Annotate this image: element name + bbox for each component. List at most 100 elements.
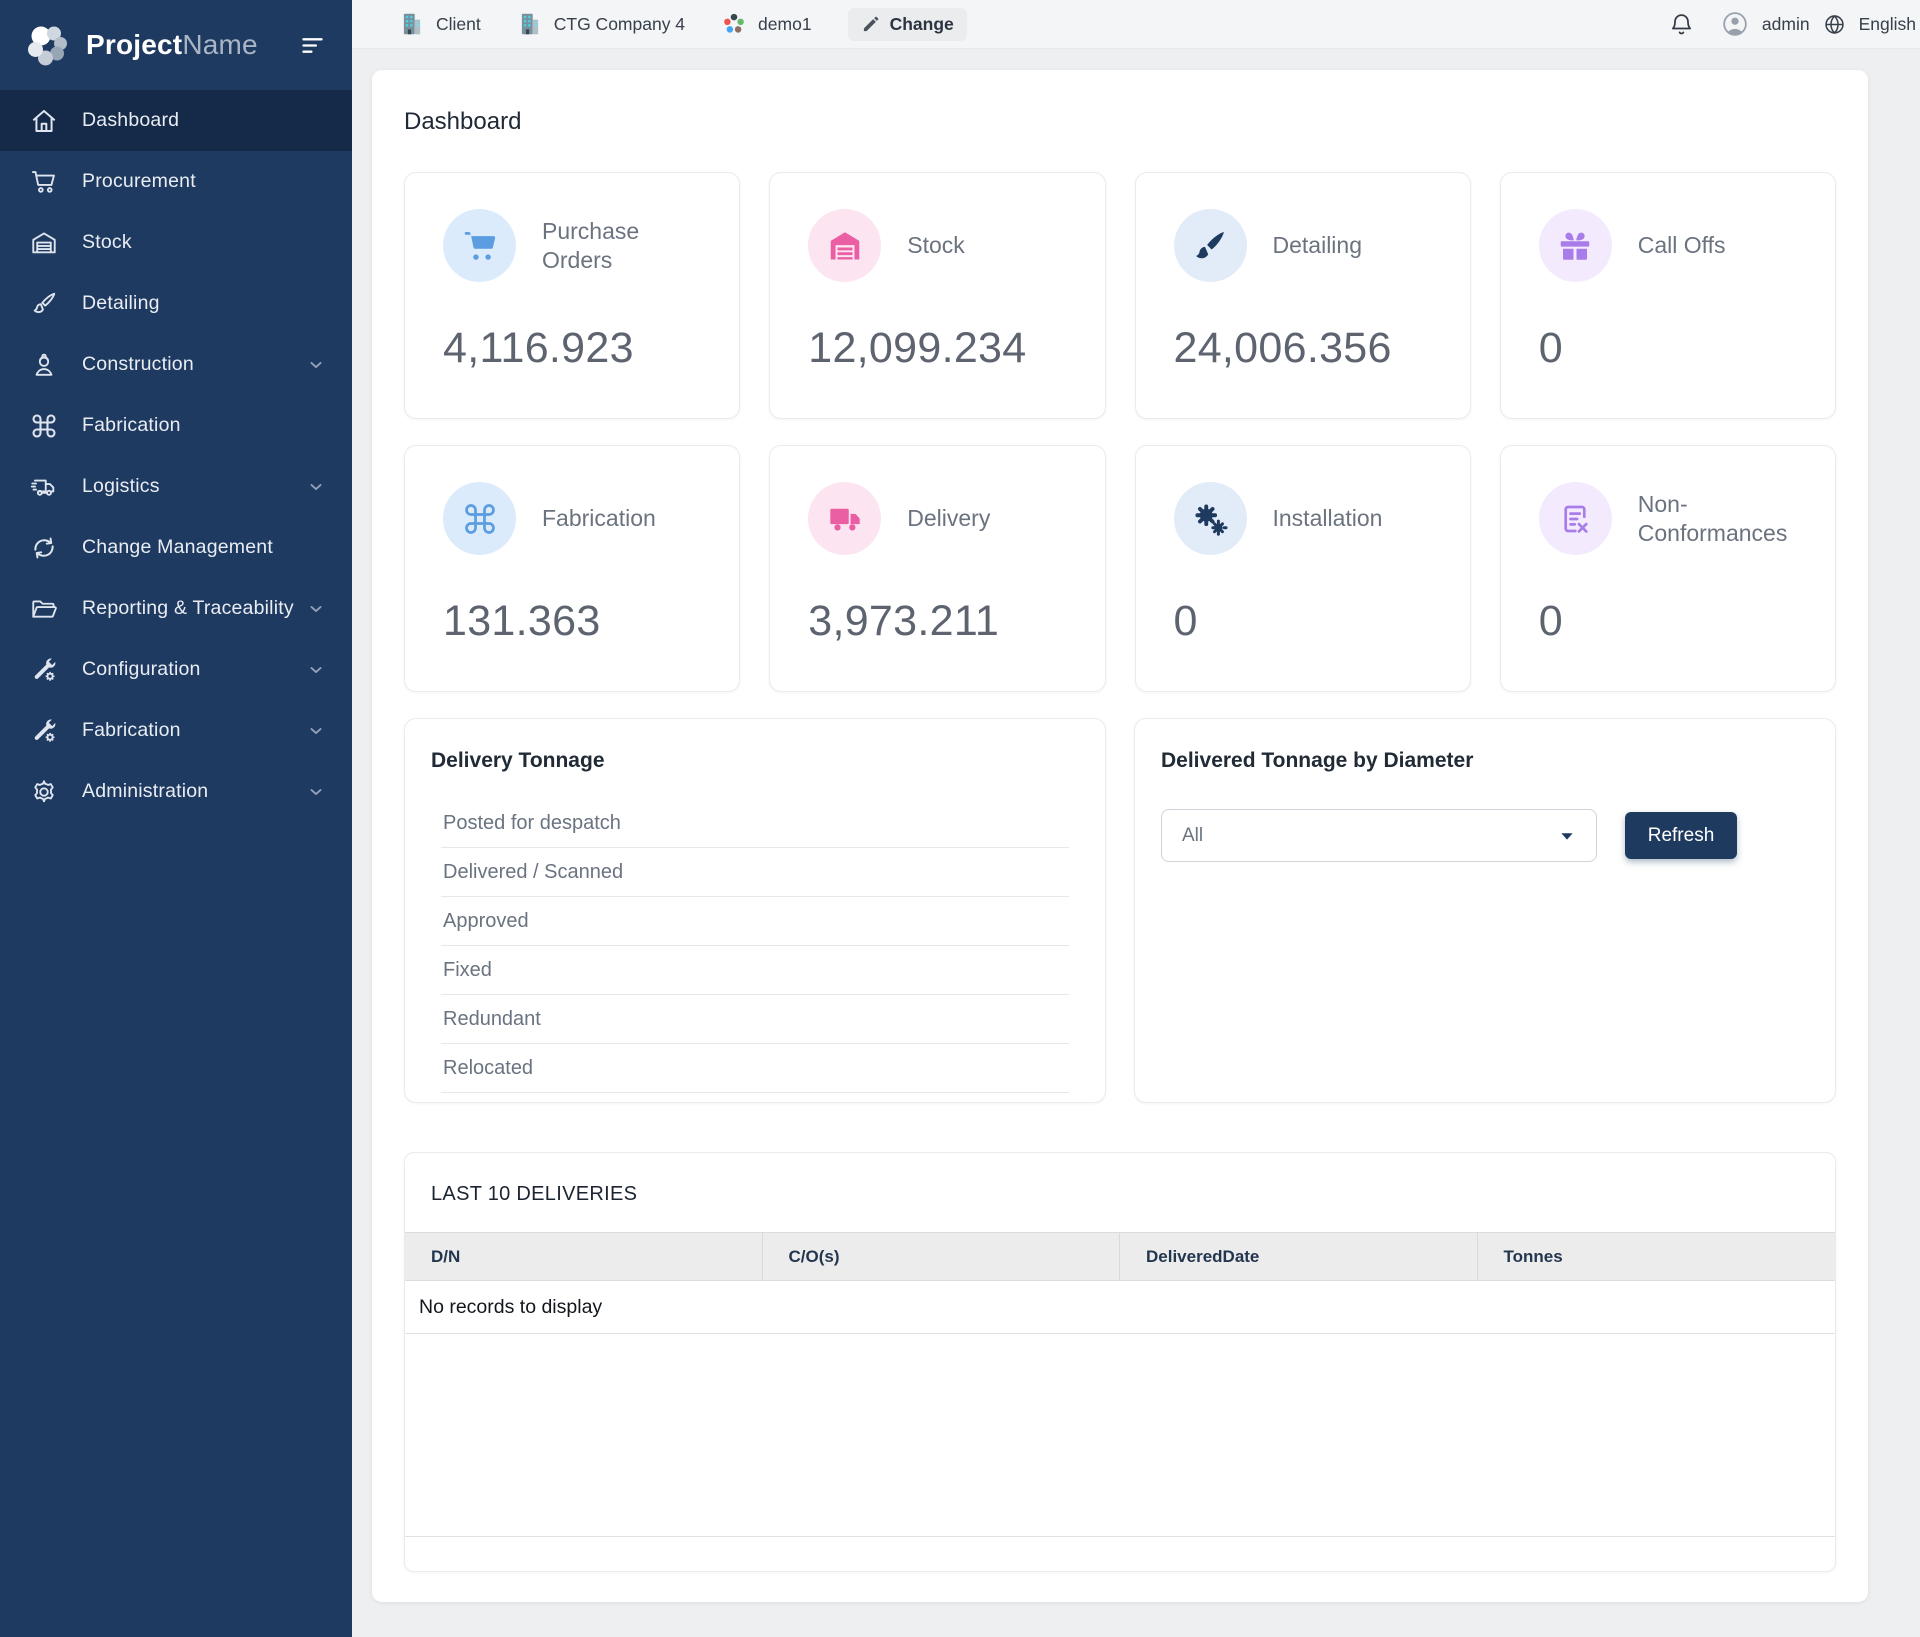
brush-filled-icon (1174, 209, 1247, 282)
change-label: Change (890, 14, 954, 35)
building-icon (399, 11, 425, 37)
page-title: Dashboard (404, 108, 1836, 136)
tools-icon (30, 717, 58, 745)
sidebar-item-change-management[interactable]: Change Management (0, 517, 352, 578)
cart-icon (30, 168, 58, 196)
username-label[interactable]: admin (1762, 14, 1810, 35)
sidebar-item-detailing[interactable]: Detailing (0, 273, 352, 334)
topbar: Client CTG Company 4 (352, 0, 1920, 49)
panels-row: Delivery Tonnage Posted for despatch Del… (404, 718, 1836, 1103)
company-label: CTG Company 4 (554, 14, 685, 35)
stat-value: 131.363 (443, 597, 701, 646)
table-column-tonnes[interactable]: Tonnes (1478, 1233, 1836, 1280)
refresh-button[interactable]: Refresh (1625, 812, 1737, 859)
deliveries-table-body (405, 1334, 1835, 1537)
gear-icon (30, 778, 58, 806)
tonnage-item-redundant[interactable]: Redundant (441, 995, 1069, 1044)
sidebar-item-dashboard[interactable]: Dashboard (0, 90, 352, 151)
last-deliveries-card: LAST 10 DELIVERIES D/NC/O(s)DeliveredDat… (404, 1152, 1836, 1572)
tonnage-item-fixed[interactable]: Fixed (441, 946, 1069, 995)
brand-name-bold: Project (86, 29, 182, 60)
gift-filled-icon (1539, 209, 1612, 282)
home-icon (30, 107, 58, 135)
stat-card-non-conformances[interactable]: Non-Conformances 0 (1500, 445, 1836, 692)
last-deliveries-title: LAST 10 DELIVERIES (405, 1153, 1835, 1232)
chevron-down-icon (306, 355, 326, 375)
stat-value: 0 (1539, 597, 1797, 646)
table-column-c-o-s[interactable]: C/O(s) (763, 1233, 1121, 1280)
stat-card-delivery[interactable]: Delivery 3,973.211 (769, 445, 1105, 692)
tonnage-item-approved[interactable]: Approved (441, 897, 1069, 946)
chevron-down-icon (306, 660, 326, 680)
delivery-tonnage-panel: Delivery Tonnage Posted for despatch Del… (404, 718, 1106, 1103)
diameter-controls: All Refresh (1161, 809, 1809, 862)
stat-value: 0 (1539, 324, 1797, 373)
bell-icon[interactable] (1669, 12, 1694, 37)
client-label: Client (436, 14, 481, 35)
sidebar-item-fabrication[interactable]: Fabrication (0, 700, 352, 761)
diameter-select[interactable]: All (1161, 809, 1597, 862)
sidebar-item-fabrication[interactable]: Fabrication (0, 395, 352, 456)
change-button[interactable]: Change (848, 8, 967, 41)
brand-name-light: Name (182, 29, 258, 60)
sidebar-item-administration[interactable]: Administration (0, 761, 352, 822)
sidebar-item-logistics[interactable]: Logistics (0, 456, 352, 517)
language-selector[interactable]: English (1859, 14, 1916, 35)
sidebar-header: ProjectName (0, 0, 352, 90)
stat-card-call-offs[interactable]: Call Offs 0 (1500, 172, 1836, 419)
cart-filled-icon (443, 209, 516, 282)
stat-value: 24,006.356 (1174, 324, 1432, 373)
table-column-delivereddate[interactable]: DeliveredDate (1120, 1233, 1478, 1280)
brand-name: ProjectName (86, 29, 258, 61)
topbar-right: admin English (1669, 10, 1916, 38)
sidebar-item-reporting-traceability[interactable]: Reporting & Traceability (0, 578, 352, 639)
main-content: Dashboard Purchase Orders 4,116.923 Stoc… (372, 70, 1868, 1602)
sync-icon (30, 534, 58, 562)
avatar-icon[interactable] (1721, 10, 1749, 38)
chevron-down-icon (306, 477, 326, 497)
folder-open-icon (30, 595, 58, 623)
building-icon (517, 11, 543, 37)
stat-card-purchase-orders[interactable]: Purchase Orders 4,116.923 (404, 172, 740, 419)
stat-value: 0 (1174, 597, 1432, 646)
no-records-message: No records to display (405, 1281, 1835, 1334)
client-link[interactable]: Client (399, 11, 481, 37)
truck-icon (30, 473, 58, 501)
stat-card-detailing[interactable]: Detailing 24,006.356 (1135, 172, 1471, 419)
truck-filled-icon (808, 482, 881, 555)
stat-card-stock[interactable]: Stock 12,099.234 (769, 172, 1105, 419)
tonnage-item-posted-for-despatch[interactable]: Posted for despatch (441, 799, 1069, 848)
sidebar: ProjectName Dashboard Procurement Stock … (0, 0, 352, 1637)
tonnage-item-relocated[interactable]: Relocated (441, 1044, 1069, 1093)
table-column-d-n[interactable]: D/N (405, 1233, 763, 1280)
pencil-icon (861, 14, 881, 34)
warehouse-filled-icon (808, 209, 881, 282)
stats-grid: Purchase Orders 4,116.923 Stock 12,099.2… (404, 172, 1836, 692)
chevron-down-icon (306, 782, 326, 802)
sidebar-item-construction[interactable]: Construction (0, 334, 352, 395)
deliveries-table-header: D/NC/O(s)DeliveredDateTonnes (405, 1232, 1835, 1281)
stat-value: 3,973.211 (808, 597, 1066, 646)
project-label: demo1 (758, 14, 812, 35)
company-link[interactable]: CTG Company 4 (517, 11, 685, 37)
sidebar-collapse-icon[interactable] (299, 32, 326, 59)
team-icon (721, 11, 747, 37)
sidebar-item-stock[interactable]: Stock (0, 212, 352, 273)
diameter-select-value: All (1182, 825, 1203, 847)
project-link[interactable]: demo1 (721, 11, 812, 37)
stat-value: 12,099.234 (808, 324, 1066, 373)
worker-icon (30, 351, 58, 379)
sidebar-item-procurement[interactable]: Procurement (0, 151, 352, 212)
sidebar-item-configuration[interactable]: Configuration (0, 639, 352, 700)
tonnage-by-diameter-panel: Delivered Tonnage by Diameter All Refres… (1134, 718, 1836, 1103)
stat-card-installation[interactable]: Installation 0 (1135, 445, 1471, 692)
tonnage-by-diameter-title: Delivered Tonnage by Diameter (1161, 749, 1809, 773)
brush-icon (30, 290, 58, 318)
chevron-down-icon (306, 599, 326, 619)
document-x-icon (1539, 482, 1612, 555)
delivery-tonnage-list: Posted for despatch Delivered / Scanned … (431, 799, 1079, 1093)
tonnage-item-delivered-scanned[interactable]: Delivered / Scanned (441, 848, 1069, 897)
stat-card-fabrication[interactable]: Fabrication 131.363 (404, 445, 740, 692)
sidebar-menu: Dashboard Procurement Stock Detailing Co… (0, 90, 352, 822)
chevron-down-icon (306, 721, 326, 741)
